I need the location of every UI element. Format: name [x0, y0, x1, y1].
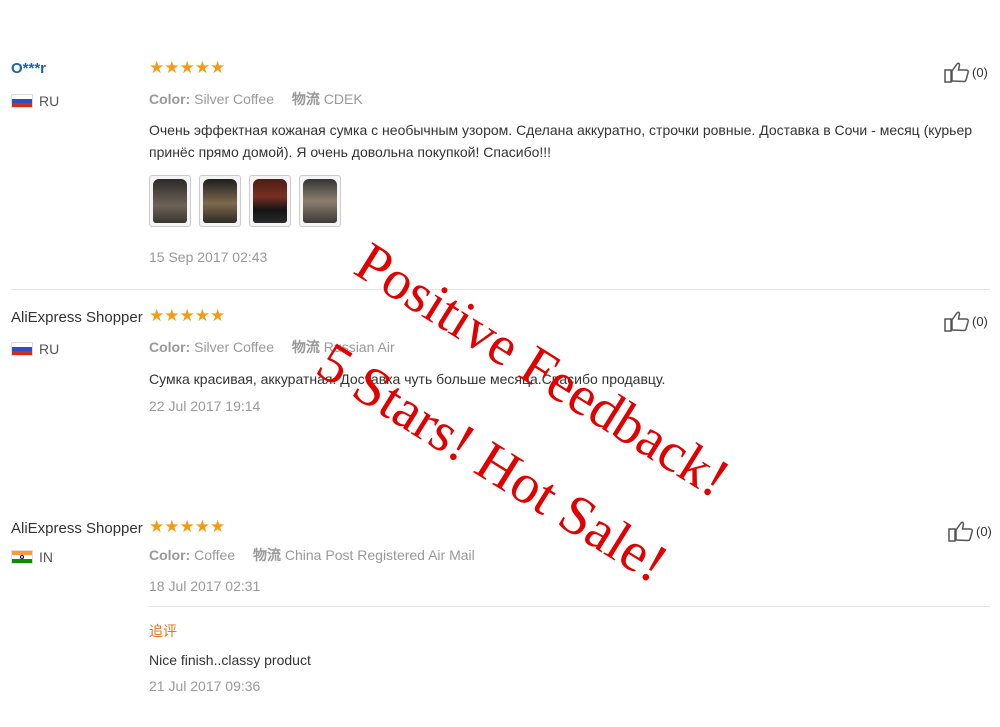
color-label: Color:: [149, 91, 191, 107]
country-code: IN: [39, 549, 53, 565]
shipping-value: China Post Registered Air Mail: [284, 547, 475, 563]
reviewer-country: RU: [11, 341, 59, 357]
followup-label: 追评: [149, 623, 177, 639]
color-value: Silver Coffee: [194, 91, 275, 107]
reviewer-name[interactable]: O***r: [11, 60, 46, 77]
helpful-button[interactable]: (0): [944, 310, 988, 332]
thumbs-up-icon: [944, 62, 969, 83]
promo-watermark: Positive Feedback! 5 Stars! Hot Sale!: [307, 230, 850, 595]
review-text: Очень эффектная кожаная сумка с необычны…: [149, 122, 973, 160]
color-value: Coffee: [194, 547, 236, 563]
reviewer-country: IN: [11, 549, 53, 565]
country-code: RU: [39, 341, 60, 357]
review-divider: [11, 289, 990, 290]
star-rating: ★★★★★: [149, 306, 226, 325]
review-photos: [149, 175, 341, 227]
color-value: Silver Coffee: [194, 339, 275, 355]
shipping-value: CDEK: [323, 91, 363, 107]
reviewer-country: RU: [11, 93, 59, 109]
review-photo-thumbnail[interactable]: [149, 175, 191, 227]
order-attributes: Color: Silver Coffee 物流 Russian Air: [149, 337, 395, 357]
flag-in-icon: [11, 550, 33, 564]
helpful-count: (0): [972, 313, 988, 329]
followup-date: 21 Jul 2017 09:36: [149, 678, 261, 694]
star-rating: ★★★★★: [149, 58, 226, 77]
followup-text: Nice finish..classy product: [149, 652, 311, 668]
shipping-value: Russian Air: [323, 339, 395, 355]
review-text: Сумка красивая, аккуратная. Доставка чут…: [149, 371, 666, 387]
shipping-label: 物流: [291, 91, 320, 107]
order-attributes: Color: Coffee 物流 China Post Registered A…: [149, 545, 475, 565]
reviewer-name: AliExpress Shopper: [11, 520, 143, 537]
order-attributes: Color: Silver Coffee 物流 CDEK: [149, 89, 363, 109]
color-label: Color:: [149, 547, 191, 563]
review-photo-thumbnail[interactable]: [249, 175, 291, 227]
country-code: RU: [39, 93, 60, 109]
followup-divider: [149, 606, 990, 607]
review-date: 22 Jul 2017 19:14: [149, 398, 261, 414]
thumbs-up-icon: [944, 311, 969, 332]
review-date: 18 Jul 2017 02:31: [149, 578, 261, 594]
star-rating: ★★★★★: [149, 517, 226, 536]
review-date: 15 Sep 2017 02:43: [149, 249, 268, 265]
shipping-label: 物流: [291, 339, 320, 355]
flag-ru-icon: [11, 94, 33, 108]
helpful-count: (0): [976, 523, 992, 539]
helpful-count: (0): [972, 64, 988, 80]
shipping-label: 物流: [253, 547, 281, 563]
review-photo-thumbnail[interactable]: [199, 175, 241, 227]
helpful-button[interactable]: (0): [948, 520, 992, 542]
review-photo-thumbnail[interactable]: [299, 175, 341, 227]
reviewer-name: AliExpress Shopper: [11, 309, 143, 326]
color-label: Color:: [149, 339, 191, 355]
flag-ru-icon: [11, 342, 33, 356]
helpful-button[interactable]: (0): [944, 61, 988, 83]
thumbs-up-icon: [948, 521, 973, 542]
